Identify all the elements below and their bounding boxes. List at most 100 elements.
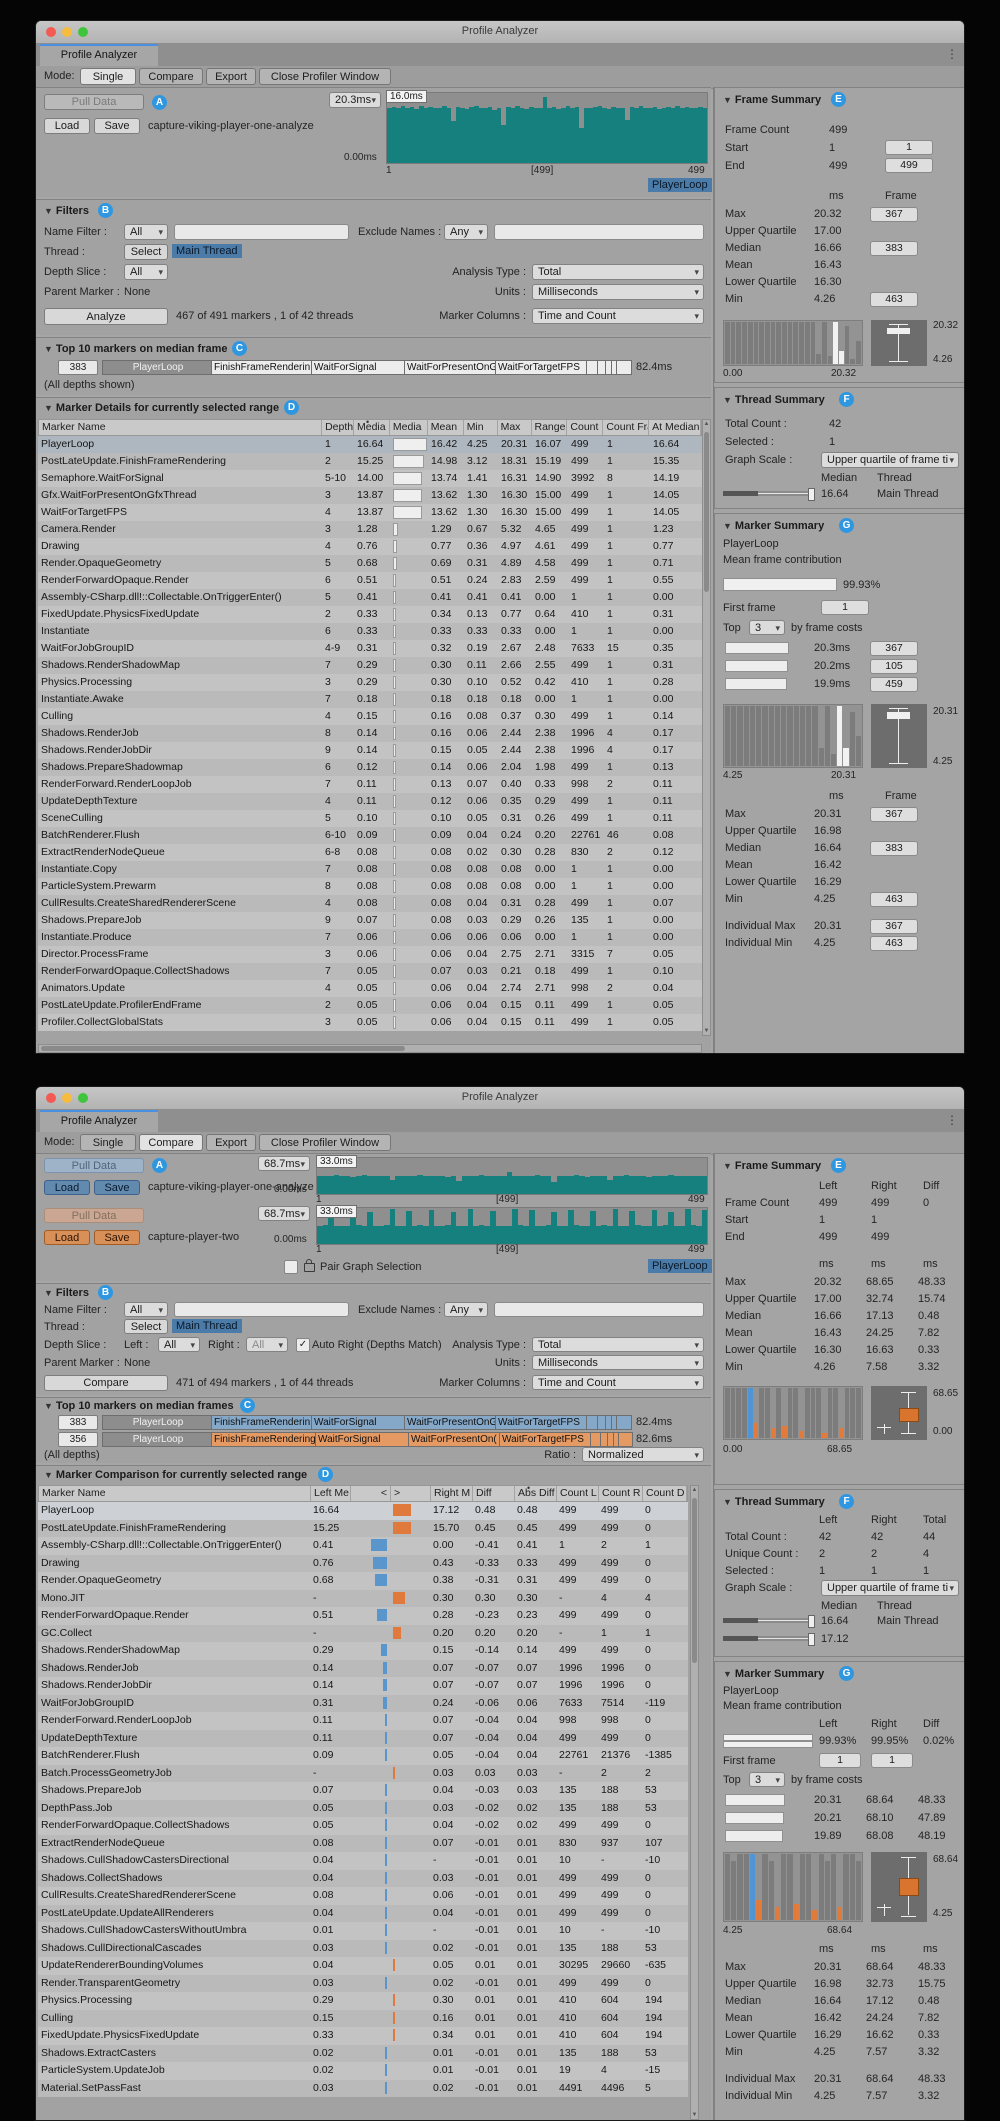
ratio-dropdown[interactable]: Normalized▾ — [582, 1447, 704, 1462]
header-min[interactable]: Min — [464, 420, 498, 435]
collapse-triangle-icon[interactable]: ▼ — [723, 395, 732, 405]
header-count-left[interactable]: Count L — [557, 1486, 599, 1501]
mode-single-button[interactable]: Single — [80, 68, 136, 85]
name-filter-input[interactable] — [174, 224, 349, 240]
menu-dots-icon[interactable]: ⋮ — [946, 1113, 958, 1127]
thread-range-slider-right[interactable] — [723, 1636, 815, 1641]
table-row[interactable]: RenderForward.RenderLoopJob70.110.130.07… — [38, 776, 702, 793]
save-right-button[interactable]: Save — [94, 1230, 140, 1245]
table-row[interactable]: Render.OpaqueGeometry0.680.38-0.310.3149… — [38, 1572, 688, 1590]
table-row[interactable]: Individual Min4.25463 — [715, 935, 965, 952]
scroll-down-icon[interactable]: ▼ — [691, 2112, 698, 2118]
graph-scale-dropdown[interactable]: Upper quartile of frame ti▾ — [821, 1580, 959, 1596]
table-row[interactable]: RenderForward.RenderLoopJob0.110.07-0.04… — [38, 1712, 688, 1730]
table-row[interactable]: Individual Min4.257.573.32 — [715, 2088, 965, 2105]
table-row[interactable]: Camera.Render31.281.290.675.324.6549911.… — [38, 521, 702, 538]
depth-slice-dropdown[interactable]: All▾ — [124, 264, 168, 280]
table-row[interactable]: Gfx.WaitForPresentOnGfxThread313.8713.62… — [38, 487, 702, 504]
table-row[interactable]: Upper Quartile16.9832.7315.75 — [715, 1976, 965, 1993]
name-filter-input[interactable] — [174, 1302, 349, 1317]
table-row[interactable]: ExtractRenderNodeQueue6-80.080.080.020.3… — [38, 844, 702, 861]
table-row[interactable]: UpdateDepthTexture0.110.07-0.040.0449949… — [38, 1730, 688, 1748]
table-row[interactable]: Shadows.RenderJobDir0.140.07-0.070.07199… — [38, 1677, 688, 1695]
marker-histogram[interactable] — [723, 704, 863, 768]
tab-profile-analyzer[interactable]: Profile Analyzer — [40, 44, 158, 67]
frame-time-chart-right[interactable] — [316, 1207, 708, 1245]
table-row[interactable]: Max20.3168.6448.33 — [715, 1959, 965, 1976]
table-row[interactable]: GC.Collect-0.200.200.20-11 — [38, 1625, 688, 1643]
table-row[interactable]: PlayerLoop16.6417.120.480.484994990 — [38, 1502, 688, 1520]
frame-jump-button[interactable]: 367 — [870, 207, 918, 222]
table-row[interactable]: Max20.3268.6548.33 — [715, 1274, 965, 1291]
top-ten-bar-left[interactable]: PlayerLoopFinishFrameRenderinWaitForSign… — [102, 1415, 632, 1430]
table-row[interactable]: ParticleSystem.UpdateJob0.020.01-0.010.0… — [38, 2062, 688, 2080]
table-row[interactable]: Lower Quartile16.3016.630.33 — [715, 1342, 965, 1359]
top-marker-segment[interactable]: PlayerLoop — [102, 360, 212, 375]
horizontal-scrollbar[interactable] — [38, 1044, 702, 1053]
thread-value-chip[interactable]: Main Thread — [172, 244, 242, 258]
title-bar[interactable]: Profile Analyzer — [36, 1087, 964, 1110]
thread-value-chip[interactable]: Main Thread — [172, 1319, 242, 1333]
header-left-bar[interactable]: < — [351, 1486, 391, 1501]
scroll-up-icon[interactable]: ▲ — [691, 1487, 698, 1493]
frame-jump-button[interactable]: 463 — [870, 936, 918, 951]
table-row[interactable]: Upper Quartile16.98 — [715, 823, 965, 840]
frame-jump-button[interactable]: 383 — [870, 241, 918, 256]
slider-thumb[interactable] — [808, 1615, 815, 1628]
table-row[interactable]: ExtractRenderNodeQueue0.080.07-0.010.018… — [38, 1835, 688, 1853]
collapse-triangle-icon[interactable]: ▼ — [723, 1497, 732, 1507]
table-row[interactable]: Physics.Processing30.290.300.100.520.424… — [38, 674, 702, 691]
scroll-up-icon[interactable]: ▲ — [703, 421, 710, 427]
table-row[interactable]: Mono.JIT-0.300.300.30-44 — [38, 1590, 688, 1608]
scale-left-dropdown[interactable]: 68.7ms▾ — [258, 1156, 310, 1171]
table-row[interactable]: 20.3168.6448.33 — [715, 1792, 965, 1810]
table-row[interactable]: PlayerLoop116.6416.424.2520.3116.0749911… — [38, 436, 702, 453]
table-row[interactable]: Semaphore.WaitForSignal5-1014.0013.741.4… — [38, 470, 702, 487]
table-row[interactable]: Shadows.RenderJobDir90.140.150.052.442.3… — [38, 742, 702, 759]
end-frame-button[interactable]: 499 — [885, 158, 933, 173]
collapse-triangle-icon[interactable]: ▼ — [723, 1161, 732, 1171]
export-button[interactable]: Export — [206, 68, 256, 85]
top-marker-segment[interactable]: FinishFrameRenderin — [212, 360, 312, 375]
table-row[interactable]: Median16.64383 — [715, 840, 965, 857]
frame-time-chart-left[interactable] — [316, 1157, 708, 1195]
table-row[interactable]: Drawing40.760.770.364.974.6149910.77 — [38, 538, 702, 555]
table-row[interactable]: SceneCulling50.100.100.050.310.2649910.1… — [38, 810, 702, 827]
frame-histogram[interactable] — [723, 1386, 863, 1440]
name-filter-mode-dropdown[interactable]: All▾ — [124, 1302, 168, 1317]
table-row[interactable]: Render.OpaqueGeometry50.680.690.314.894.… — [38, 555, 702, 572]
top-marker-segment[interactable]: WaitForPresentOnG — [405, 360, 496, 375]
exclude-names-input[interactable] — [494, 1302, 704, 1317]
table-row[interactable]: Assembly-CSharp.dll!::Collectable.OnTrig… — [38, 1537, 688, 1555]
pull-data-left-button[interactable]: Pull Data — [44, 1158, 144, 1173]
frame-jump-button[interactable]: 367 — [870, 807, 918, 822]
marker-columns-dropdown[interactable]: Time and Count▾ — [532, 1375, 704, 1390]
analyze-button[interactable]: Analyze — [44, 308, 168, 325]
export-button[interactable]: Export — [206, 1134, 256, 1151]
depth-left-dropdown[interactable]: All▾ — [158, 1337, 200, 1352]
top-marker-segment[interactable]: PlayerLoop — [102, 1415, 212, 1430]
table-row[interactable]: Shadows.RenderJob80.140.160.062.442.3819… — [38, 725, 702, 742]
collapse-triangle-icon[interactable]: ▼ — [44, 403, 53, 413]
table-row[interactable]: Min4.257.573.32 — [715, 2044, 965, 2061]
table-row[interactable]: Max20.32367 — [715, 206, 965, 223]
median-frame-left-button[interactable]: 383 — [58, 1415, 98, 1430]
frame-jump-button[interactable]: 105 — [870, 659, 918, 674]
table-row[interactable]: Lower Quartile16.29 — [715, 874, 965, 891]
top-marker-segment[interactable]: PlayerLoop — [102, 1432, 212, 1447]
auto-right-checkbox[interactable]: ✓ — [296, 1338, 310, 1352]
table-row[interactable]: Median16.6417.120.48 — [715, 1993, 965, 2010]
collapse-triangle-icon[interactable]: ▼ — [723, 521, 732, 531]
table-row[interactable]: Instantiate.Awake70.180.180.180.180.0011… — [38, 691, 702, 708]
top-marker-segment-small[interactable] — [617, 1415, 632, 1430]
table-row[interactable]: PostLateUpdate.UpdateAllRenderers0.040.0… — [38, 1905, 688, 1923]
header-right-median[interactable]: Right M — [431, 1486, 473, 1501]
frame-jump-button[interactable]: 463 — [870, 892, 918, 907]
table-row[interactable]: Batch.ProcessGeometryJob-0.030.030.03-22 — [38, 1765, 688, 1783]
pair-graph-checkbox[interactable] — [284, 1260, 298, 1274]
table-row[interactable]: CullResults.CreateSharedRendererScene0.0… — [38, 1887, 688, 1905]
frame-jump-button[interactable]: 367 — [870, 641, 918, 656]
table-row[interactable]: Mean16.4324.257.82 — [715, 1325, 965, 1342]
load-right-button[interactable]: Load — [44, 1230, 90, 1245]
exclude-mode-dropdown[interactable]: Any▾ — [444, 1302, 488, 1317]
